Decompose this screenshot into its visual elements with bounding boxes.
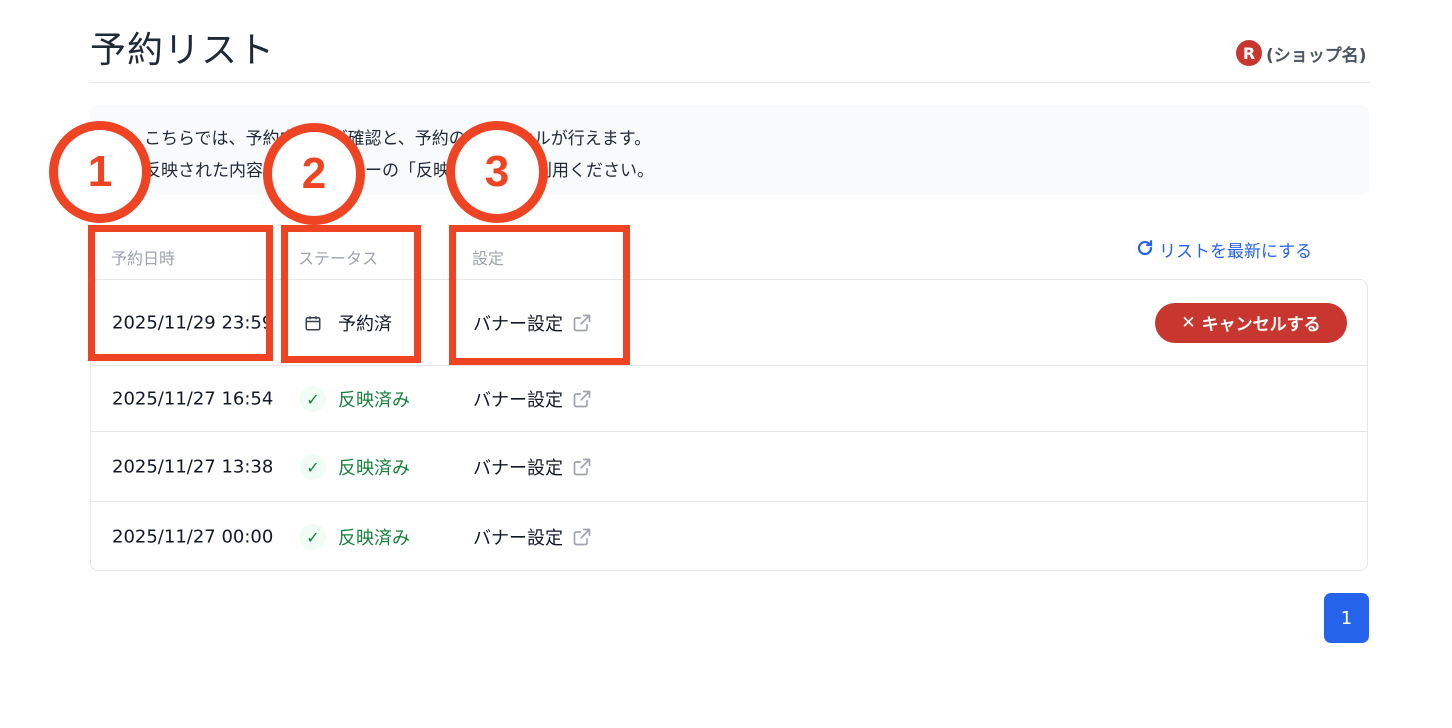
page-title: 予約リスト (90, 30, 276, 71)
info-text-line-2: 反映された内容は、左メニューの「反映履歴」をご利用ください。 (144, 161, 654, 181)
reservation-datetime: 2025/11/27 13:38 (112, 456, 274, 478)
banner-setting-link[interactable]: バナー設定 (473, 524, 593, 550)
refresh-list-link[interactable]: リストを最新にする (1136, 237, 1312, 262)
banner-setting-link[interactable]: バナー設定 (473, 454, 593, 480)
banner-setting-link[interactable]: バナー設定 (473, 386, 593, 412)
annotation-marker-2: 2 (263, 123, 365, 225)
annotation-box-1 (88, 225, 273, 361)
shop-logo: R (1236, 40, 1262, 66)
banner-setting-label: バナー設定 (473, 528, 563, 549)
annotation-box-2 (281, 225, 421, 363)
banner-setting-label: バナー設定 (473, 458, 563, 479)
table-row: 2025/11/27 00:00 ✓ 反映済み バナー設定 (91, 501, 1367, 572)
pagination-page-button[interactable]: 1 (1324, 593, 1369, 643)
status-label: 反映済み (338, 458, 410, 479)
shop-name: (ショップ名) (1266, 45, 1367, 66)
external-link-icon (571, 388, 593, 410)
check-icon: ✓ (300, 454, 326, 480)
info-text-line-1: こちらでは、予約内容のご確認と、予約のキャンセルが行えます。 (144, 129, 652, 149)
status-cell: ✓ 反映済み (300, 524, 410, 550)
refresh-label: リストを最新にする (1159, 242, 1313, 262)
status-label: 反映済み (338, 390, 410, 411)
status-cell: ✓ 反映済み (300, 386, 410, 412)
annotation-marker-1: 1 (49, 121, 151, 223)
reservation-datetime: 2025/11/27 16:54 (112, 388, 274, 410)
external-link-icon (571, 526, 593, 548)
refresh-icon (1136, 239, 1154, 260)
annotation-box-3 (449, 225, 630, 365)
check-icon: ✓ (300, 386, 326, 412)
cancel-reservation-button[interactable]: ✕ キャンセルする (1155, 302, 1347, 343)
cancel-button-label: キャンセルする (1201, 315, 1321, 335)
reservation-datetime: 2025/11/27 00:00 (112, 526, 274, 548)
shop-indicator: R (ショップ名) (1236, 40, 1367, 66)
check-icon: ✓ (300, 524, 326, 550)
annotation-marker-3: 3 (446, 121, 548, 223)
table-row: 2025/11/27 13:38 ✓ 反映済み バナー設定 (91, 431, 1367, 502)
status-cell: ✓ 反映済み (300, 454, 410, 480)
external-link-icon (571, 456, 593, 478)
table-row: 2025/11/27 16:54 ✓ 反映済み バナー設定 (91, 365, 1367, 432)
banner-setting-label: バナー設定 (473, 390, 563, 411)
title-divider (90, 82, 1370, 83)
close-icon: ✕ (1181, 312, 1196, 333)
status-label: 反映済み (338, 528, 410, 549)
